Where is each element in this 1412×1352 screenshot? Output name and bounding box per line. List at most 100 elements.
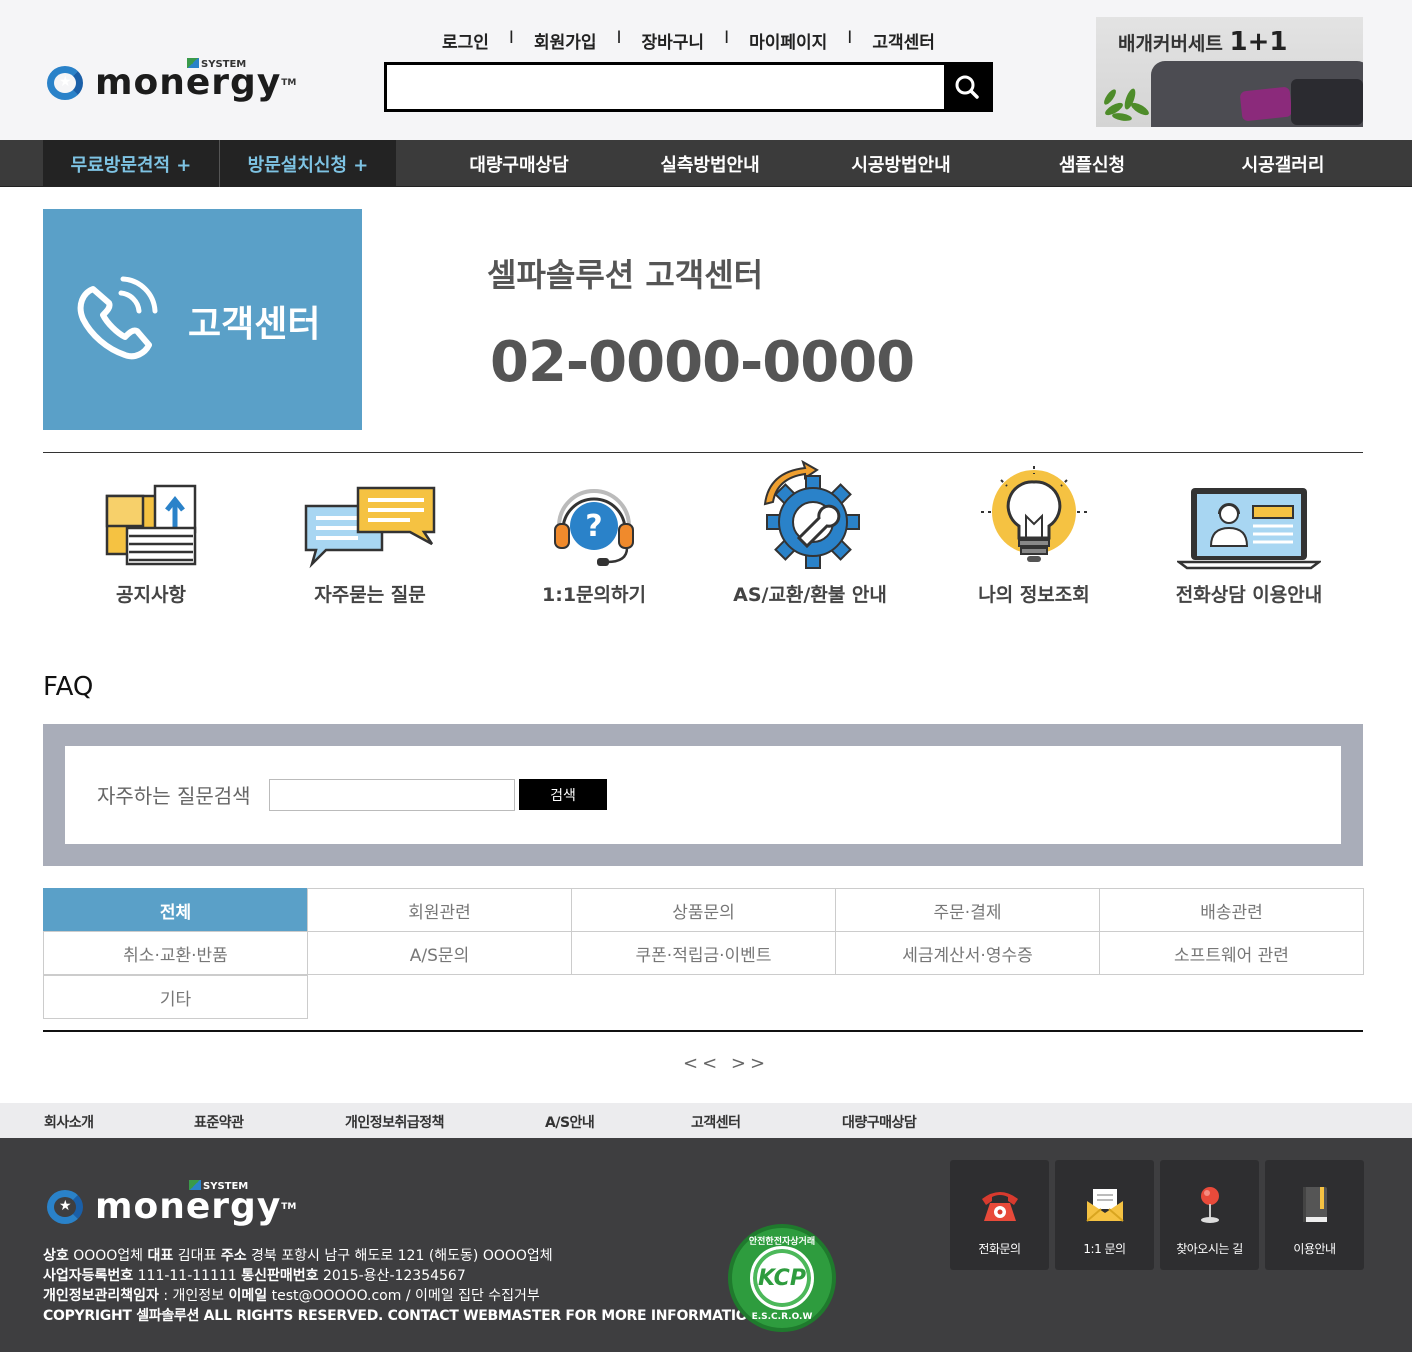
notice-box-icon <box>105 484 197 566</box>
nav-gallery[interactable]: 시공갤러리 <box>1187 140 1379 187</box>
laptop-agent-icon <box>1177 488 1321 570</box>
kcp-logo: KCP <box>750 1246 814 1310</box>
copyright: COPYRIGHT 셀파솔루션 ALL RIGHTS RESERVED. CON… <box>43 1308 764 1324</box>
nav-install-request[interactable]: 방문설치신청 + <box>220 140 396 187</box>
faq-search-button[interactable]: 검색 <box>519 779 607 810</box>
faq-category-etc[interactable]: 기타 <box>43 975 308 1019</box>
faq-pager[interactable]: << >> <box>683 1053 769 1074</box>
mypage-link[interactable]: 마이페이지 <box>749 28 827 53</box>
customer-center-link[interactable]: 고객센터 <box>872 28 935 53</box>
info-label: 상호 <box>43 1248 69 1264</box>
faq-title: FAQ <box>43 672 94 702</box>
logo-system-text: SYSTEM <box>201 59 247 70</box>
map-pin-icon <box>1200 1187 1219 1223</box>
footer-link-about[interactable]: 회사소개 <box>44 1112 94 1132</box>
svg-text:?: ? <box>585 509 602 544</box>
footer-quick-inquiry-label: 1:1 문의 <box>1083 1242 1126 1256</box>
quick-faq[interactable]: 자주묻는 질문 <box>265 470 475 607</box>
kcp-ring-top: 안전한전자상거래 <box>748 1237 816 1247</box>
nav-bulk-purchase[interactable]: 대량구매상담 <box>423 140 615 187</box>
quick-notice[interactable]: 공지사항 <box>46 470 256 607</box>
quick-inquiry[interactable]: ? 1:1문의하기 <box>489 470 699 607</box>
plant-icon <box>1104 88 1149 121</box>
footer-quick-directions-label: 찾아오시는 길 <box>1176 1242 1243 1256</box>
footer-quick-guide-label: 이용안내 <box>1293 1242 1336 1256</box>
company-info-line3: 개인정보관리책임자 : 개인정보 이메일 test@OOOOO.com / 이메… <box>43 1286 764 1306</box>
envelope-icon <box>1085 1189 1124 1222</box>
divider <box>43 1030 1363 1032</box>
footer-link-bulk[interactable]: 대량구매상담 <box>842 1112 917 1132</box>
logo-text: monergy <box>95 1186 282 1227</box>
nav-measure-guide[interactable]: 실측방법안내 <box>614 140 806 187</box>
faq-search-panel: 자주하는 질문검색 검색 <box>43 724 1363 866</box>
promo-banner[interactable]: 배개커버세트 1+1 <box>1096 17 1363 127</box>
nav-install-guide[interactable]: 시공방법안내 <box>805 140 997 187</box>
customer-center-phone: 02-0000-0000 <box>490 330 915 395</box>
login-link[interactable]: 로그인 <box>442 28 489 53</box>
lightbulb-icon <box>981 466 1087 562</box>
footer-quick-directions[interactable]: 찾아오시는 길 <box>1160 1160 1259 1270</box>
cart-link[interactable]: 장바구니 <box>642 28 705 53</box>
search-input[interactable] <box>387 65 947 109</box>
logo-system-tag: SYSTEM <box>189 1180 248 1192</box>
logo-flag-icon <box>189 1180 201 1190</box>
signup-link[interactable]: 회원가입 <box>534 28 597 53</box>
logo-mark-icon: ★ <box>45 64 93 102</box>
footer-link-customer-center[interactable]: 고객센터 <box>691 1112 741 1132</box>
quick-myinfo[interactable]: 나의 정보조회 <box>929 466 1139 607</box>
footer-link-as[interactable]: A/S안내 <box>545 1112 595 1132</box>
logo-system-text: SYSTEM <box>203 1181 249 1192</box>
quick-myinfo-label: 나의 정보조회 <box>978 584 1090 606</box>
info-label: 이메일 <box>228 1288 268 1304</box>
quick-as[interactable]: AS/교환/환불 안내 <box>705 460 915 607</box>
gear-wrench-icon <box>763 460 860 569</box>
site-logo[interactable]: ★ monergy TM SYSTEM <box>45 58 296 102</box>
faq-search-input[interactable] <box>269 779 515 811</box>
faq-category-as[interactable]: A/S문의 <box>307 931 572 975</box>
search-button[interactable] <box>944 65 990 109</box>
faq-category-delivery[interactable]: 배송관련 <box>1099 888 1364 932</box>
faq-category-order[interactable]: 주문·결제 <box>835 888 1100 932</box>
faq-category-return[interactable]: 취소·교환·반품 <box>43 931 308 975</box>
top-link-separator: I <box>508 28 514 48</box>
quick-faq-label: 자주묻는 질문 <box>314 584 426 606</box>
logo-system-tag: SYSTEM <box>187 58 246 70</box>
pillow-image <box>1239 86 1293 122</box>
faq-category-tax[interactable]: 세금계산서·영수증 <box>835 931 1100 975</box>
nav-sample-request[interactable]: 샘플신청 <box>996 140 1188 187</box>
logo-mark-icon: ★ <box>45 1188 93 1226</box>
main-nav: 무료방문견적 + 방문설치신청 + 대량구매상담 실측방법안내 시공방법안내 샘… <box>0 140 1412 187</box>
company-info-line1: 상호 OOOO업체 대표 김대표 주소 경북 포항시 남구 해도로 121 (해… <box>43 1246 764 1266</box>
kcp-ring-bottom: E.S.C.R.O.W <box>751 1312 813 1322</box>
footer-quick-inquiry[interactable]: 1:1 문의 <box>1055 1160 1154 1270</box>
kcp-escrow-badge[interactable]: 안전한전자상거래 KCP E.S.C.R.O.W <box>728 1224 836 1332</box>
footer-logo[interactable]: ★ monergy TM SYSTEM <box>45 1180 296 1227</box>
top-link-separator: I <box>847 28 853 48</box>
faq-category-software[interactable]: 소프트웨어 관련 <box>1099 931 1364 975</box>
footer-link-privacy[interactable]: 개인정보취급정책 <box>345 1112 445 1132</box>
faq-category-member[interactable]: 회원관련 <box>307 888 572 932</box>
footer-quick-guide[interactable]: 이용안내 <box>1265 1160 1364 1270</box>
info-label: 통신판매번호 <box>241 1268 319 1284</box>
business-number: 111-11-11111 <box>137 1268 237 1284</box>
faq-category-coupon[interactable]: 쿠폰·적립금·이벤트 <box>571 931 836 975</box>
footer-quick-links: 전화문의 1:1 문의 찾아오시는 길 이용안내 <box>950 1160 1364 1270</box>
customer-center-label: 고객센터 <box>188 304 321 345</box>
customer-center-box: 고객센터 <box>43 209 362 430</box>
quick-phone-guide[interactable]: 전화상담 이용안내 <box>1144 470 1354 607</box>
footer-link-terms[interactable]: 표준약관 <box>194 1112 244 1132</box>
faq-category-all[interactable]: 전체 <box>43 888 308 932</box>
chat-bubbles-icon <box>304 486 436 569</box>
company-address: 경북 포항시 남구 해도로 121 (해도동) OOOO업체 <box>251 1248 553 1264</box>
top-link-separator: I <box>724 28 730 48</box>
mail-order-number: 2015-용산-12354567 <box>323 1268 466 1284</box>
faq-category-product[interactable]: 상품문의 <box>571 888 836 932</box>
book-icon <box>1302 1187 1327 1222</box>
footer-quick-phone[interactable]: 전화문의 <box>950 1160 1049 1270</box>
nav-free-estimate[interactable]: 무료방문견적 + <box>43 140 219 187</box>
pillow-image <box>1291 79 1363 125</box>
quick-notice-label: 공지사항 <box>116 584 186 606</box>
footer-quick-phone-label: 전화문의 <box>978 1242 1021 1256</box>
info-label: 사업자등록번호 <box>43 1268 134 1284</box>
faq-search-inner: 자주하는 질문검색 검색 <box>65 746 1341 844</box>
